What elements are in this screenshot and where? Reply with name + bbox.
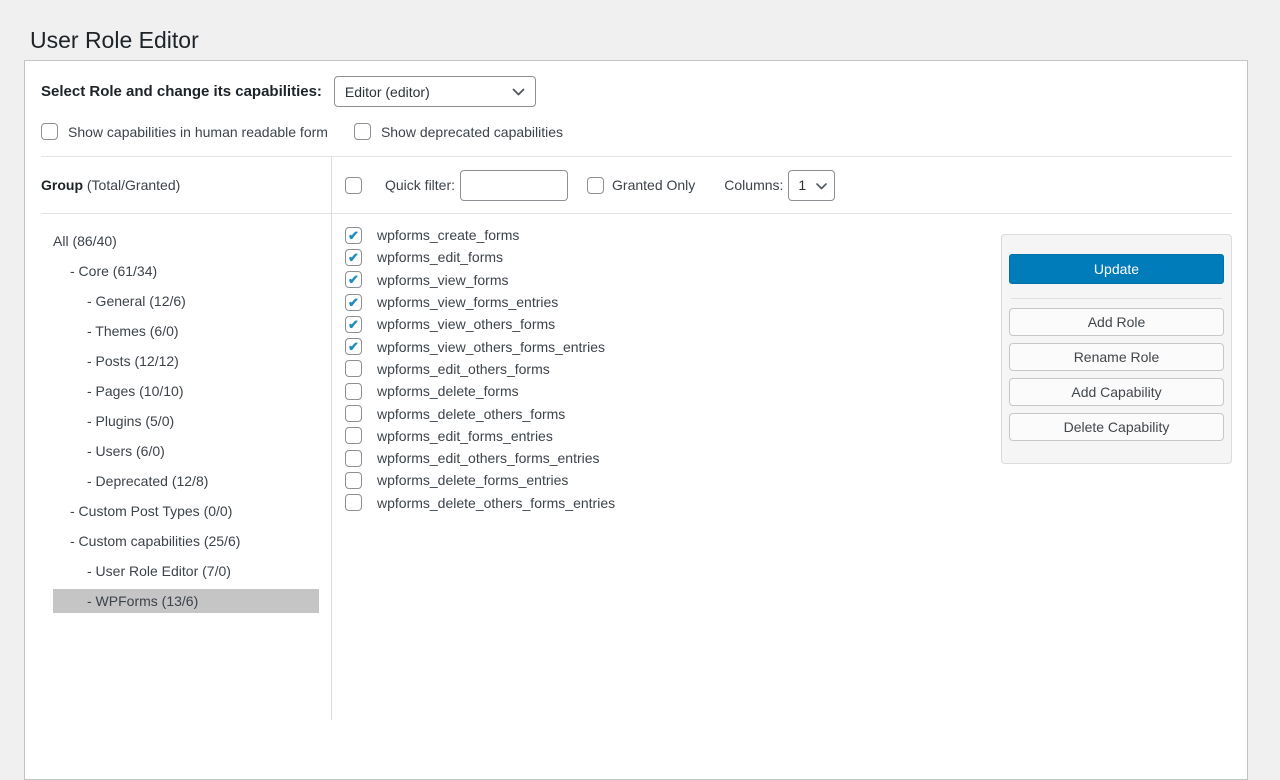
- human-readable-label: Show capabilities in human readable form: [68, 124, 328, 140]
- capability-checkbox[interactable]: [345, 338, 362, 355]
- capability-checkbox[interactable]: [345, 405, 362, 422]
- add-role-button[interactable]: Add Role: [1009, 308, 1224, 336]
- delete-capability-button[interactable]: Delete Capability: [1009, 413, 1224, 441]
- capability-label: wpforms_view_forms_entries: [377, 294, 558, 310]
- capability-label: wpforms_create_forms: [377, 227, 519, 243]
- group-tree: All (86/40) - Core (61/34) - General (12…: [25, 214, 319, 613]
- capability-label: wpforms_view_others_forms: [377, 316, 555, 332]
- group-tree-item-label: All (86/40): [53, 233, 117, 249]
- group-tree-item-label: - Users (6/0): [87, 443, 165, 459]
- groups-header-title: Group: [41, 177, 83, 193]
- chevron-down-icon: [816, 177, 827, 193]
- rename-role-button[interactable]: Rename Role: [1009, 343, 1224, 371]
- show-deprecated-label: Show deprecated capabilities: [381, 124, 563, 140]
- group-tree-item-label: - User Role Editor (7/0): [87, 563, 231, 579]
- role-select[interactable]: Editor (editor): [334, 76, 536, 107]
- group-tree-item[interactable]: - Core (61/34): [53, 259, 319, 283]
- capability-row: wpforms_delete_forms_entries: [345, 469, 1247, 491]
- capability-label: wpforms_delete_others_forms: [377, 406, 565, 422]
- group-tree-item-label: - WPForms (13/6): [87, 593, 198, 609]
- capability-row: wpforms_delete_others_forms_entries: [345, 492, 1247, 514]
- group-tree-item[interactable]: - Users (6/0): [53, 439, 319, 463]
- group-tree-item-label: - Posts (12/12): [87, 353, 179, 369]
- filter-bar: Quick filter: Granted Only Columns: 1: [332, 157, 1247, 213]
- panel-divider: [1011, 298, 1222, 299]
- group-tree-item-label: - Pages (10/10): [87, 383, 184, 399]
- groups-sidebar: Group (Total/Granted) All (86/40) - Core…: [25, 157, 332, 720]
- group-tree-item[interactable]: - Themes (6/0): [53, 319, 319, 343]
- group-tree-item-label: - Plugins (5/0): [87, 413, 174, 429]
- page-title: User Role Editor: [30, 26, 199, 56]
- human-readable-checkbox[interactable]: [41, 123, 58, 140]
- group-tree-item[interactable]: - Deprecated (12/8): [53, 469, 319, 493]
- capability-checkbox[interactable]: [345, 494, 362, 511]
- groups-header: Group (Total/Granted): [25, 157, 331, 213]
- group-tree-item-label: - Themes (6/0): [87, 323, 179, 339]
- display-options-row: Show capabilities in human readable form…: [41, 123, 1231, 156]
- role-select-value: Editor (editor): [345, 84, 430, 100]
- show-deprecated-checkbox[interactable]: [354, 123, 371, 140]
- role-selector-row: Select Role and change its capabilities:…: [41, 76, 1231, 107]
- capability-checkbox[interactable]: [345, 472, 362, 489]
- update-button[interactable]: Update: [1009, 254, 1224, 284]
- capability-checkbox[interactable]: [345, 316, 362, 333]
- granted-only-checkbox[interactable]: [587, 177, 604, 194]
- capability-checkbox[interactable]: [345, 427, 362, 444]
- columns-label: Columns:: [724, 177, 783, 193]
- group-tree-item[interactable]: - Plugins (5/0): [53, 409, 319, 433]
- quick-filter-input[interactable]: [460, 170, 568, 201]
- group-tree-item[interactable]: All (86/40): [53, 229, 319, 253]
- chevron-down-icon: [512, 88, 525, 96]
- group-tree-item[interactable]: - Custom Post Types (0/0): [53, 499, 319, 523]
- group-tree-item[interactable]: - User Role Editor (7/0): [53, 559, 319, 583]
- capability-checkbox[interactable]: [345, 227, 362, 244]
- capability-label: wpforms_edit_forms_entries: [377, 428, 553, 444]
- capability-checkbox[interactable]: [345, 271, 362, 288]
- group-tree-item[interactable]: - Pages (10/10): [53, 379, 319, 403]
- capability-label: wpforms_delete_forms_entries: [377, 472, 568, 488]
- capability-checkbox[interactable]: [345, 294, 362, 311]
- group-tree-item-label: - Custom Post Types (0/0): [70, 503, 232, 519]
- quick-filter-label: Quick filter:: [385, 177, 455, 193]
- capability-label: wpforms_edit_forms: [377, 249, 503, 265]
- columns-container: Group (Total/Granted) All (86/40) - Core…: [25, 157, 1247, 720]
- capabilities-main: Quick filter: Granted Only Columns: 1 wp…: [332, 157, 1247, 720]
- add-capability-button[interactable]: Add Capability: [1009, 378, 1224, 406]
- columns-select-value: 1: [798, 177, 806, 193]
- capability-checkbox[interactable]: [345, 450, 362, 467]
- group-tree-item[interactable]: - Posts (12/12): [53, 349, 319, 373]
- actions-panel: Update Add Role Rename Role Add Capabili…: [1001, 234, 1232, 464]
- capability-label: wpforms_delete_others_forms_entries: [377, 495, 615, 511]
- user-role-editor-panel: Select Role and change its capabilities:…: [24, 60, 1248, 780]
- select-all-checkbox[interactable]: [345, 177, 362, 194]
- top-section: Select Role and change its capabilities:…: [25, 61, 1247, 156]
- role-selector-label: Select Role and change its capabilities:: [41, 83, 322, 100]
- group-tree-item-label: - Deprecated (12/8): [87, 473, 208, 489]
- capability-label: wpforms_view_forms: [377, 272, 508, 288]
- groups-header-subtitle: (Total/Granted): [83, 177, 180, 193]
- capability-label: wpforms_delete_forms: [377, 383, 519, 399]
- columns-select[interactable]: 1: [788, 170, 835, 201]
- capability-label: wpforms_view_others_forms_entries: [377, 339, 605, 355]
- capability-label: wpforms_edit_others_forms_entries: [377, 450, 600, 466]
- capability-label: wpforms_edit_others_forms: [377, 361, 550, 377]
- capability-checkbox[interactable]: [345, 249, 362, 266]
- group-tree-item-label: - Core (61/34): [70, 263, 157, 279]
- group-tree-item-label: - General (12/6): [87, 293, 186, 309]
- group-tree-item-label: - Custom capabilities (25/6): [70, 533, 240, 549]
- group-tree-item[interactable]: - General (12/6): [53, 289, 319, 313]
- group-tree-item[interactable]: - Custom capabilities (25/6): [53, 529, 319, 553]
- capability-checkbox[interactable]: [345, 360, 362, 377]
- group-tree-item[interactable]: - WPForms (13/6): [53, 589, 319, 613]
- granted-only-label: Granted Only: [612, 177, 695, 193]
- capability-checkbox[interactable]: [345, 383, 362, 400]
